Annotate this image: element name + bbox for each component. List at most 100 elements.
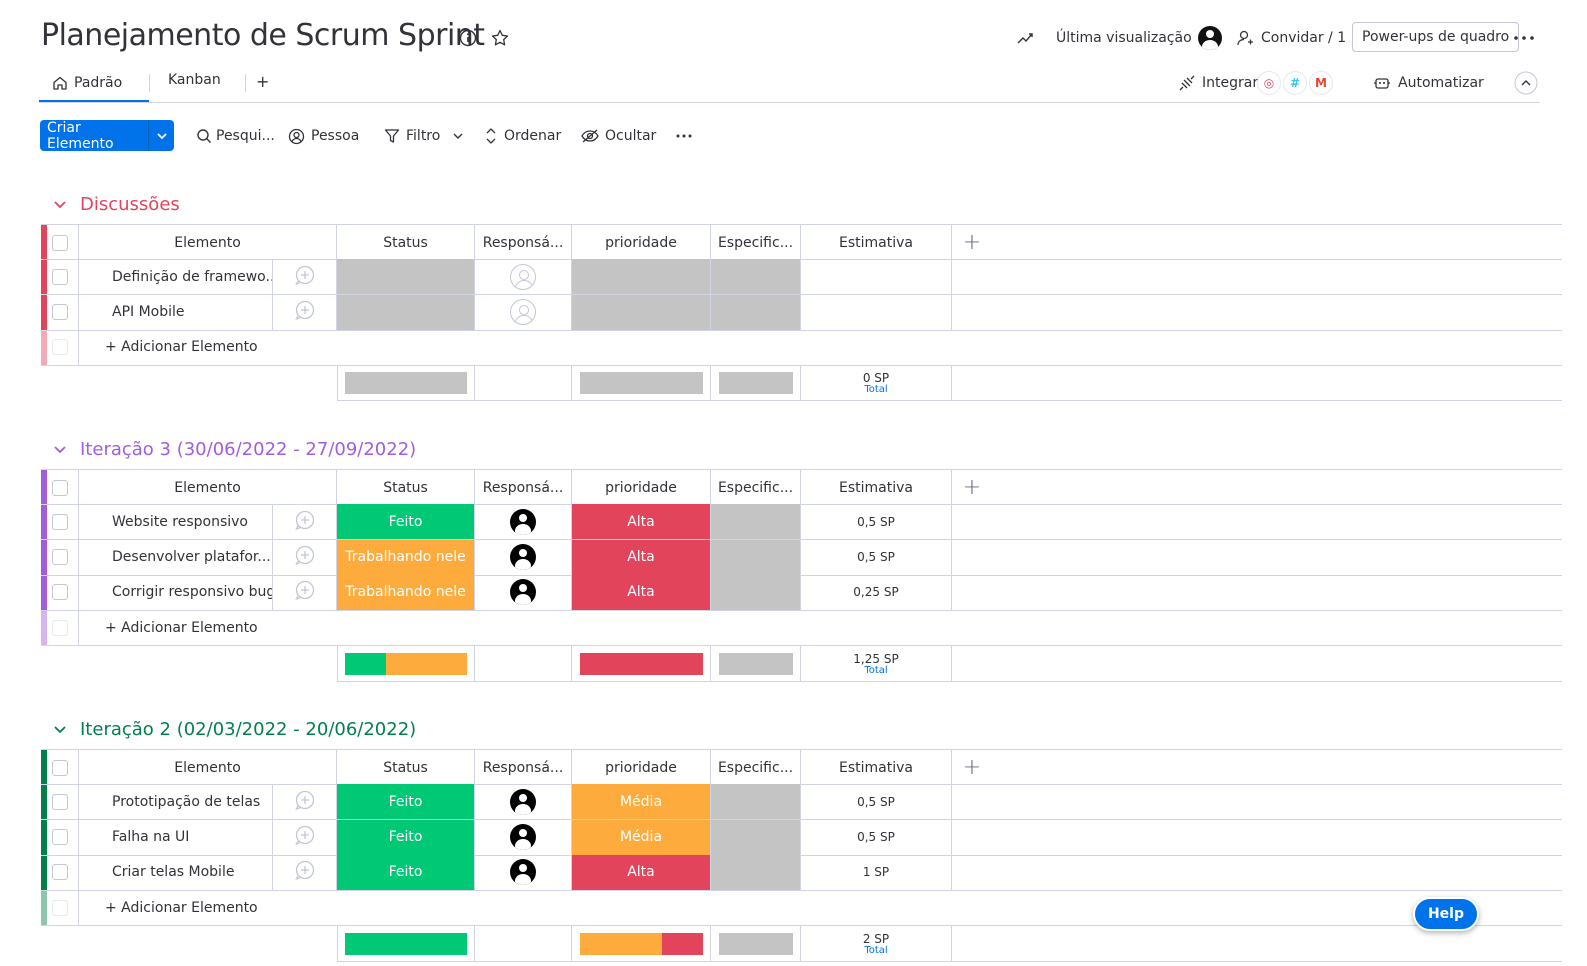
column-header-owner[interactable]: Responsá... [475,225,572,260]
item-name[interactable]: Desenvolver platafor... [112,549,271,565]
column-header-priority[interactable]: prioridade [572,750,711,785]
table-row[interactable]: Criar telas Mobile Feito Alta 1 SP [41,854,1562,891]
select-all-checkbox[interactable] [51,759,68,776]
tab-main-table[interactable]: Padrão [52,72,122,94]
status-cell[interactable]: Feito [337,854,475,890]
new-item-button[interactable]: Criar Elemento [40,120,174,152]
item-name-cell[interactable]: Prototipação de telas [79,784,273,820]
row-select-cell[interactable] [41,854,79,890]
add-item-input[interactable]: + Adicionar Elemento [79,610,1562,645]
row-checkbox[interactable] [51,584,68,601]
integration-apps[interactable]: ◎ # M [1257,71,1333,95]
table-row[interactable]: Prototipação de telas Feito Média 0,5 SP [41,784,1562,821]
estimate-cell[interactable]: 0,5 SP [801,539,952,575]
row-select-cell[interactable] [41,574,79,610]
table-row[interactable]: API Mobile [41,294,1562,331]
group-title[interactable]: Iteração 2 (02/03/2022 - 20/06/2022) [80,719,416,740]
item-name-cell[interactable]: Criar telas Mobile [79,854,273,890]
priority-summary-bar[interactable] [580,372,703,395]
spec-summary-bar[interactable] [719,652,793,675]
board-title[interactable]: Planejamento de Scrum Sprint [41,18,485,53]
column-header-item[interactable]: Elemento [79,470,337,505]
column-header-item[interactable]: Elemento [79,750,337,785]
search-button[interactable]: Pesqui... [196,126,275,146]
person-filter-button[interactable]: Pessoa [288,126,359,146]
row-checkbox[interactable] [51,864,68,881]
person-avatar-icon[interactable] [510,579,536,606]
chevron-down-icon[interactable] [53,440,67,459]
column-header-status[interactable]: Status [337,225,475,260]
table-row[interactable]: Corrigir responsivo bug Trabalhando nele A… [41,574,1562,611]
select-all-checkbox[interactable] [51,234,68,251]
collapse-header-icon[interactable] [1514,71,1538,99]
add-view-button[interactable]: + [256,72,269,94]
owner-cell[interactable] [475,259,572,295]
more-options-icon[interactable] [1512,28,1536,52]
item-name-cell[interactable]: Website responsivo [79,504,273,540]
item-name[interactable]: Falha na UI [112,829,189,845]
spec-cell[interactable] [711,539,801,575]
column-header-status[interactable]: Status [337,470,475,505]
sort-button[interactable]: Ordenar [484,126,561,146]
person-avatar-icon[interactable] [510,788,536,815]
row-checkbox[interactable] [51,304,68,321]
add-item-input[interactable]: + Adicionar Elemento [79,330,1562,365]
estimate-cell[interactable]: 1 SP [801,854,952,890]
group-header[interactable]: Iteração 3 (30/06/2022 - 27/09/2022) [53,436,416,462]
column-header-owner[interactable]: Responsá... [475,750,572,785]
automate-button[interactable]: Automatizar [1373,72,1484,94]
integrate-button[interactable]: Integrar [1178,72,1258,94]
table-row[interactable]: Falha na UI Feito Média 0,5 SP [41,819,1562,856]
row-select-cell[interactable] [41,539,79,575]
help-button[interactable]: Help [1413,897,1479,931]
priority-summary-bar[interactable] [580,932,703,955]
column-header-estimate[interactable]: Estimativa [801,225,952,260]
item-updates-cell[interactable] [273,819,337,855]
priority-summary-bar[interactable] [580,652,703,675]
estimate-cell[interactable]: 0,5 SP [801,784,952,820]
item-name[interactable]: Prototipação de telas [112,794,260,810]
priority-cell[interactable] [572,259,711,295]
priority-cell[interactable]: Média [572,784,711,820]
item-updates-cell[interactable] [273,854,337,890]
select-all-cell[interactable] [41,225,79,260]
spec-cell[interactable] [711,504,801,540]
item-name[interactable]: Criar telas Mobile [112,864,234,880]
add-update-icon[interactable] [294,509,316,535]
item-name[interactable]: Website responsivo [112,514,248,530]
estimate-cell[interactable]: 0,25 SP [801,574,952,610]
group-title[interactable]: Iteração 3 (30/06/2022 - 27/09/2022) [80,439,416,460]
invite-button[interactable]: Convidar / 1 [1236,22,1346,54]
add-update-icon[interactable] [294,544,316,570]
status-cell[interactable]: Trabalhando nele [337,574,475,610]
board-powerups-button[interactable]: Power-ups de quadro [1352,22,1520,52]
row-select-cell[interactable] [41,294,79,330]
table-row[interactable]: Website responsivo Feito Alta 0,5 SP [41,504,1562,541]
status-summary-bar[interactable] [345,932,467,955]
group-title[interactable]: Discussões [80,194,180,215]
add-item-input[interactable]: + Adicionar Elemento [79,890,1562,925]
owner-cell[interactable] [475,854,572,890]
item-name-cell[interactable]: Falha na UI [79,819,273,855]
owner-cell[interactable] [475,504,572,540]
item-name-cell[interactable]: API Mobile [79,294,273,330]
last-view-button[interactable]: Última visualização [1056,22,1222,54]
row-checkbox[interactable] [51,549,68,566]
column-header-spec[interactable]: Especific... [711,225,801,260]
item-name-cell[interactable]: Definição de framewo... [79,259,273,295]
spec-cell[interactable] [711,854,801,890]
column-header-item[interactable]: Elemento [79,225,337,260]
item-name[interactable]: API Mobile [112,304,185,320]
add-column-button[interactable]: + [952,225,992,260]
row-select-cell[interactable] [41,784,79,820]
person-avatar-icon[interactable] [510,263,536,290]
item-updates-cell[interactable] [273,574,337,610]
item-name-cell[interactable]: Desenvolver platafor... [79,539,273,575]
priority-cell[interactable] [572,294,711,330]
status-summary-bar[interactable] [345,652,467,675]
row-select-cell[interactable] [41,819,79,855]
activity-icon[interactable] [1017,30,1035,50]
group-header[interactable]: Iteração 2 (02/03/2022 - 20/06/2022) [53,716,416,742]
status-cell[interactable]: Feito [337,504,475,540]
item-updates-cell[interactable] [273,294,337,330]
